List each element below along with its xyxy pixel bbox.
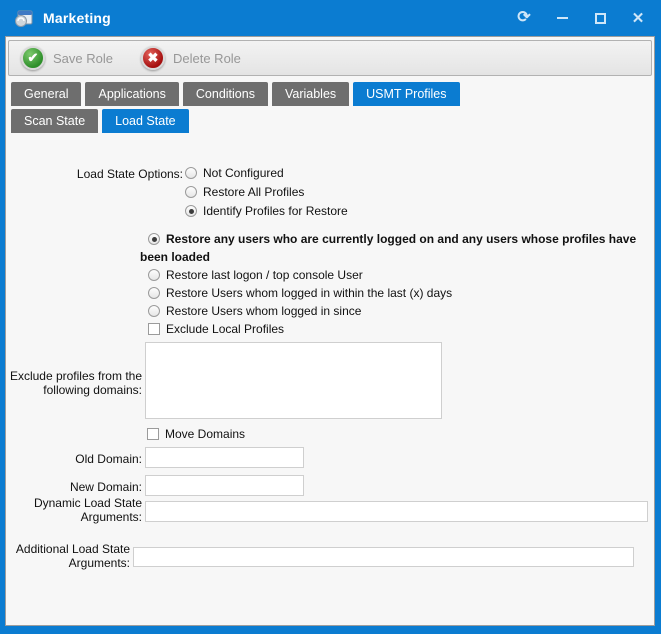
x-circle-icon: ✖ [141, 46, 165, 70]
radio-restore-last-x-days[interactable]: Restore Users whom logged in within the … [140, 284, 654, 302]
check-circle-icon: ✔ [21, 46, 45, 70]
maximize-icon[interactable] [591, 9, 609, 27]
tab-applications[interactable]: Applications [85, 82, 178, 106]
radio-restore-since[interactable]: Restore Users whom logged in since [140, 302, 654, 320]
tab-conditions[interactable]: Conditions [183, 82, 268, 106]
toolbar: ✔ Save Role ✖ Delete Role [8, 40, 652, 76]
delete-role-label: Delete Role [173, 51, 241, 66]
radio-identify-profiles-for-restore[interactable]: Identify Profiles for Restore [185, 203, 348, 219]
app-icon [14, 9, 34, 27]
radio-label: Identify Profiles for Restore [203, 204, 348, 218]
save-role-label: Save Role [53, 51, 113, 66]
delete-role-button[interactable]: ✖ Delete Role [141, 46, 241, 70]
radio-label: Restore All Profiles [203, 185, 304, 199]
tab-general[interactable]: General [11, 82, 81, 106]
exclude-domains-textarea[interactable] [145, 342, 442, 419]
checkbox-exclude-local-profiles[interactable]: Exclude Local Profiles [140, 320, 654, 338]
checkbox-icon [148, 323, 160, 335]
radio-restore-logged-on-users[interactable]: Restore any users who are currently logg… [140, 230, 654, 266]
old-domain-input[interactable] [145, 447, 304, 468]
marketing-window: Marketing ⟳ ✕ ✔ Save Role ✖ Delete Role … [0, 0, 661, 634]
save-role-button[interactable]: ✔ Save Role [21, 46, 113, 70]
radio-restore-last-logon[interactable]: Restore last logon / top console User [140, 266, 654, 284]
window-controls: ⟳ ✕ [515, 9, 647, 27]
radio-icon [148, 287, 160, 299]
sub-tab-bar: Scan State Load State [11, 109, 189, 133]
window-title: Marketing [43, 10, 111, 26]
restore-options-group: Restore any users who are currently logg… [140, 230, 654, 338]
dynamic-load-state-arguments-input[interactable] [145, 501, 648, 522]
window-content: ✔ Save Role ✖ Delete Role General Applic… [5, 36, 655, 626]
checkbox-label: Exclude Local Profiles [166, 322, 284, 336]
old-domain-label: Old Domain: [6, 452, 142, 466]
checkbox-move-domains[interactable]: Move Domains [147, 426, 245, 442]
checkbox-icon [147, 428, 159, 440]
radio-icon [185, 205, 197, 217]
exclude-domains-label: Exclude profiles from the following doma… [6, 369, 142, 397]
additional-load-state-arguments-label: Additional Load State Arguments: [6, 542, 130, 570]
additional-load-state-arguments-input[interactable] [133, 547, 634, 567]
radio-icon [148, 305, 160, 317]
title-bar: Marketing ⟳ ✕ [0, 0, 661, 36]
radio-icon [185, 186, 197, 198]
radio-icon [148, 233, 160, 245]
radio-label: Restore Users whom logged in within the … [166, 286, 452, 300]
radio-icon [185, 167, 197, 179]
load-state-options-label: Load State Options: [6, 167, 183, 181]
radio-label: Not Configured [203, 166, 284, 180]
refresh-icon[interactable]: ⟳ [515, 9, 533, 27]
radio-label: Restore last logon / top console User [166, 268, 363, 282]
radio-label: Restore Users whom logged in since [166, 304, 361, 318]
radio-icon [148, 269, 160, 281]
tab-variables[interactable]: Variables [272, 82, 349, 106]
main-tab-bar: General Applications Conditions Variable… [11, 82, 460, 106]
tab-scan-state[interactable]: Scan State [11, 109, 98, 133]
tab-load-state[interactable]: Load State [102, 109, 188, 133]
close-icon[interactable]: ✕ [629, 9, 647, 27]
radio-label: Restore any users who are currently logg… [140, 232, 636, 264]
checkbox-label: Move Domains [165, 427, 245, 441]
new-domain-label: New Domain: [6, 480, 142, 494]
minimize-icon[interactable] [553, 9, 571, 27]
tab-usmt-profiles[interactable]: USMT Profiles [353, 82, 459, 106]
new-domain-input[interactable] [145, 475, 304, 496]
dynamic-load-state-arguments-label: Dynamic Load State Arguments: [6, 496, 142, 524]
radio-restore-all-profiles[interactable]: Restore All Profiles [185, 184, 304, 200]
radio-not-configured[interactable]: Not Configured [185, 165, 284, 181]
